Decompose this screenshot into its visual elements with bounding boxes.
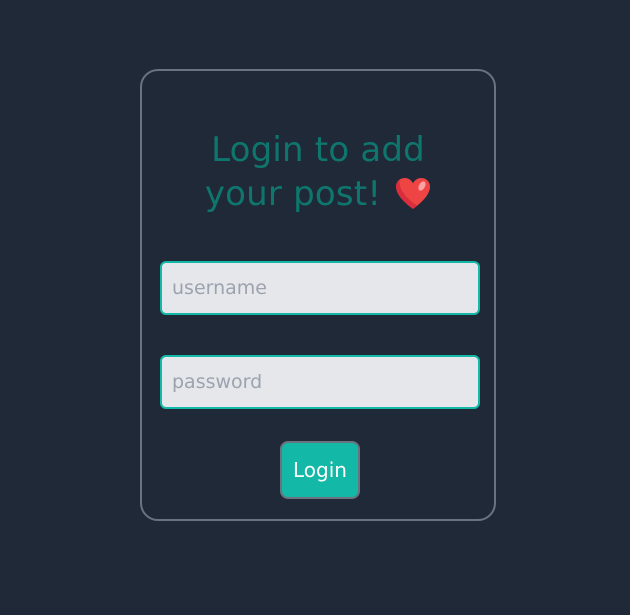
heart-icon bbox=[396, 178, 431, 209]
login-title: Login to add your post! bbox=[142, 128, 494, 216]
password-input[interactable] bbox=[160, 355, 480, 409]
login-button[interactable]: Login bbox=[280, 441, 360, 499]
title-line-1: Login to add bbox=[211, 130, 425, 170]
title-line-2-wrap: your post! bbox=[142, 172, 494, 216]
login-card: Login to add your post! Login bbox=[140, 69, 496, 521]
username-input[interactable] bbox=[160, 261, 480, 315]
page: Login to add your post! Login bbox=[0, 0, 630, 615]
title-line-2: your post! bbox=[204, 174, 382, 214]
